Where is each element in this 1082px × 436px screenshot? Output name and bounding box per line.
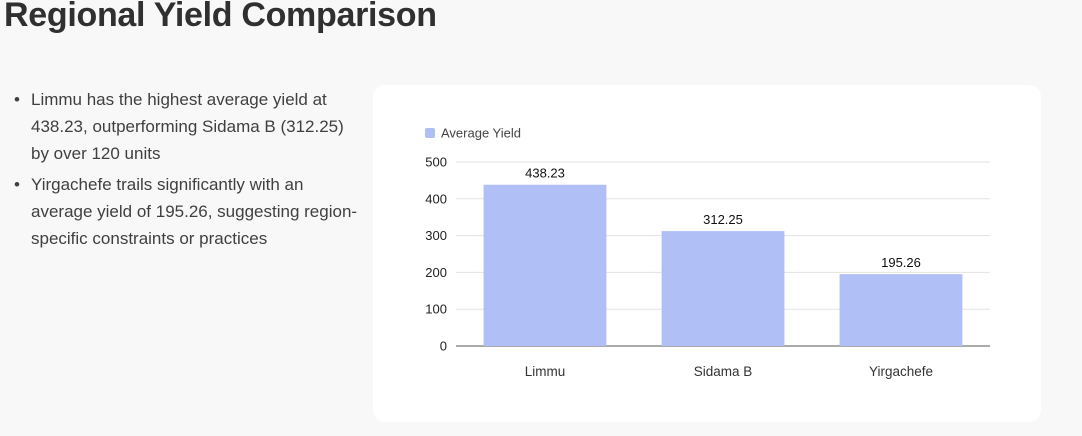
bar <box>483 184 607 346</box>
bar <box>839 274 963 346</box>
x-tick-label: Yirgachefe <box>869 364 933 379</box>
y-tick-label: 400 <box>425 191 447 206</box>
y-tick-label: 300 <box>425 228 447 243</box>
slide: Regional Yield Comparison • Limmu has th… <box>0 0 1082 436</box>
data-label: 195.26 <box>881 255 921 270</box>
y-tick-label: 0 <box>440 339 447 354</box>
bullet-icon: • <box>14 175 20 194</box>
legend: Average Yield <box>425 126 521 141</box>
insight-item: • Limmu has the highest average yield at… <box>10 86 360 167</box>
insights-list: • Limmu has the highest average yield at… <box>10 86 360 256</box>
page-title: Regional Yield Comparison <box>4 0 437 34</box>
y-tick-label: 200 <box>425 265 447 280</box>
y-axis-ticks: 0 100 200 300 400 500 <box>425 155 447 354</box>
x-tick-label: Limmu <box>525 364 566 379</box>
insight-text: Yirgachefe trails significantly with an … <box>31 175 358 248</box>
chart-card: 0 100 200 300 400 500 438.23 312.25 195.26 Limm… <box>373 85 1041 422</box>
legend-label: Average Yield <box>441 126 521 141</box>
x-axis-ticks: Limmu Sidama B Yirgachefe <box>525 364 933 379</box>
data-label: 438.23 <box>525 166 565 181</box>
insight-text: Limmu has the highest average yield at 4… <box>31 90 344 163</box>
bar <box>661 231 785 346</box>
bar-chart: 0 100 200 300 400 500 438.23 312.25 195.26 Limm… <box>425 126 990 379</box>
y-tick-label: 100 <box>425 302 447 317</box>
y-tick-label: 500 <box>425 155 447 170</box>
insight-item: • Yirgachefe trails significantly with a… <box>10 171 360 252</box>
data-label: 312.25 <box>703 212 743 227</box>
x-tick-label: Sidama B <box>694 364 753 379</box>
legend-swatch <box>425 128 435 138</box>
bullet-icon: • <box>14 90 20 109</box>
